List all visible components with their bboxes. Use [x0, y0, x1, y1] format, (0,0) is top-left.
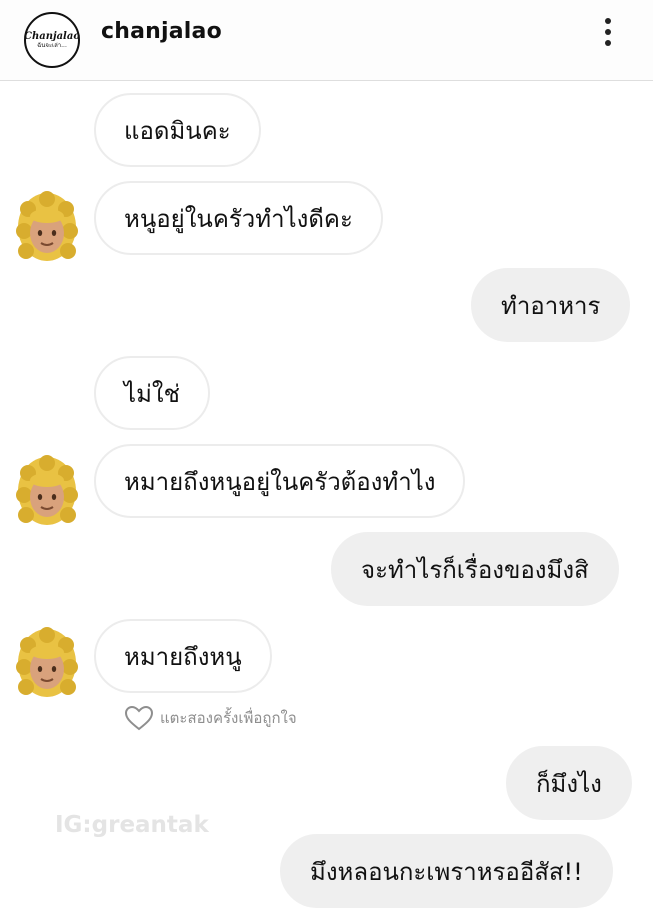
message-text: มึงหลอนกะเพราหรออีสัส!! — [310, 857, 583, 886]
message-bubble-incoming[interactable]: หมายถึงหนูอยู่ในครัวต้องทำไง — [94, 444, 466, 518]
message-bubble-incoming[interactable]: แอดมินคะ — [94, 93, 261, 167]
message-bubble-incoming[interactable]: หนูอยู่ในครัวทำไงดีคะ — [94, 181, 383, 255]
profile-avatar[interactable]: Chanjalao ฉันจะเล่า... — [24, 12, 80, 68]
message-text: ไม่ใช่ — [124, 379, 180, 408]
message-bubble-outgoing[interactable]: ก็มึงไง — [506, 746, 632, 820]
message-bubble-outgoing[interactable]: จะทำไรก็เรื่องของมึงสิ — [331, 532, 619, 606]
watermark: IG:greantak — [55, 812, 209, 838]
message-text: ก็มึงไง — [536, 769, 602, 798]
message-text: หนูอยู่ในครัวทำไงดีคะ — [124, 204, 353, 233]
sender-avatar-emoji — [16, 627, 78, 697]
sender-avatar-emoji — [16, 455, 78, 525]
like-hint[interactable]: แตะสองครั้งเพื่อถูกใจ — [124, 705, 297, 731]
message-bubble-incoming[interactable]: ไม่ใช่ — [94, 356, 210, 430]
username[interactable]: chanjalao — [101, 19, 222, 44]
message-text: ทำอาหาร — [501, 291, 601, 320]
like-hint-text: แตะสองครั้งเพื่อถูกใจ — [160, 709, 297, 727]
message-bubble-outgoing[interactable]: มึงหลอนกะเพราหรออีสัส!! — [280, 834, 613, 908]
message-text: จะทำไรก็เรื่องของมึงสิ — [361, 555, 589, 584]
avatar-logo-subtext: ฉันจะเล่า... — [37, 41, 67, 49]
message-text: หมายถึงหนูอยู่ในครัวต้องทำไง — [124, 467, 436, 496]
sender-avatar-emoji — [16, 191, 78, 261]
heart-icon[interactable] — [124, 705, 154, 731]
message-text: แอดมินคะ — [124, 116, 231, 145]
message-text: หมายถึงหนู — [124, 642, 242, 671]
message-bubble-incoming[interactable]: หมายถึงหนู — [94, 619, 272, 693]
chat-header: Chanjalao ฉันจะเล่า... chanjalao — [0, 0, 653, 81]
message-bubble-outgoing[interactable]: ทำอาหาร — [471, 268, 631, 342]
avatar-logo-text: Chanjalao — [23, 30, 81, 42]
more-vertical-icon[interactable] — [598, 18, 618, 52]
